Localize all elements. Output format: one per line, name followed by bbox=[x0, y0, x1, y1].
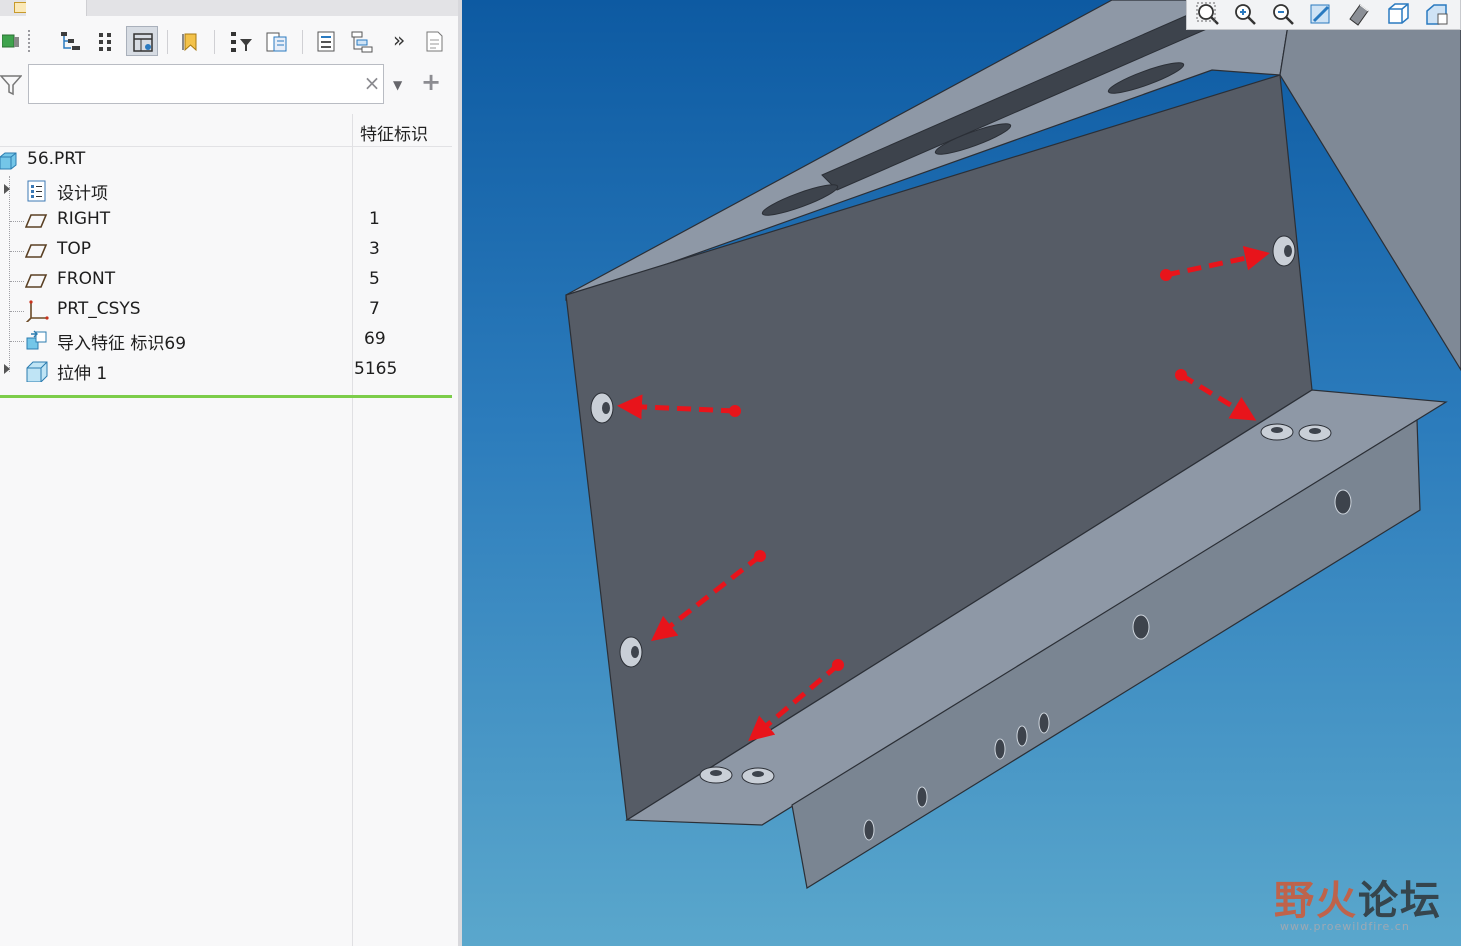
tree-item-design-items[interactable]: 设计项 bbox=[0, 176, 452, 206]
panel-tab-strip bbox=[0, 0, 458, 16]
lip-hole bbox=[1016, 725, 1028, 747]
notes-icon[interactable] bbox=[418, 26, 450, 56]
settings-list-icon[interactable] bbox=[310, 26, 342, 56]
filter-settings-icon[interactable] bbox=[224, 26, 256, 56]
watermark-logo: 野火论坛 bbox=[1274, 868, 1442, 926]
feature-id-column-header[interactable]: 特征标识 bbox=[360, 120, 428, 145]
expand-arrow-icon[interactable] bbox=[4, 184, 10, 194]
lip-hole bbox=[1334, 489, 1352, 515]
lip-hole bbox=[1038, 712, 1050, 734]
boss-hole bbox=[752, 771, 764, 777]
toolbar-grip bbox=[28, 30, 32, 52]
tree-item-front[interactable]: FRONT 5 bbox=[0, 266, 452, 296]
boss-hole bbox=[602, 402, 610, 414]
model-tree-tab[interactable] bbox=[26, 0, 87, 16]
feature-id-cell: 69 bbox=[364, 329, 386, 349]
boss-hole bbox=[1309, 428, 1321, 434]
datum-plane-icon bbox=[25, 214, 48, 228]
tree-item-extrude-1[interactable]: 拉伸 1 5165 bbox=[0, 356, 452, 386]
boss-hole bbox=[1284, 245, 1292, 257]
lip-hole bbox=[1132, 614, 1150, 640]
coordinate-system-icon bbox=[25, 300, 49, 322]
lip-hole bbox=[916, 786, 928, 808]
clear-search-icon[interactable]: × bbox=[362, 73, 382, 93]
repaint-icon[interactable] bbox=[1308, 1, 1336, 27]
show-tree-icon[interactable] bbox=[0, 26, 28, 56]
insert-here-marker[interactable] bbox=[0, 395, 452, 398]
tree-item-label: RIGHT bbox=[57, 209, 111, 229]
feature-id-cell: 5 bbox=[369, 269, 380, 289]
tree-item-prt-csys[interactable]: PRT_CSYS 7 bbox=[0, 296, 452, 326]
tree-columns-icon[interactable] bbox=[260, 26, 292, 56]
sheetmetal-part-model[interactable] bbox=[462, 0, 1461, 946]
add-filter-button[interactable]: + bbox=[421, 70, 441, 94]
tree-root-label: 56.PRT bbox=[27, 149, 86, 169]
expand-arrow-icon[interactable] bbox=[4, 364, 10, 374]
toolbar-separator bbox=[214, 30, 215, 54]
zoom-in-icon[interactable] bbox=[1232, 1, 1260, 27]
import-feature-icon bbox=[26, 330, 47, 350]
tree-columns-toggle-icon[interactable] bbox=[89, 26, 121, 56]
design-items-icon bbox=[27, 180, 46, 202]
more-icon[interactable]: » bbox=[388, 26, 420, 56]
model-tree-toolbar: » bbox=[0, 20, 458, 62]
graphics-viewport[interactable]: 野火论坛 www.proewildfire.cn bbox=[462, 0, 1461, 946]
tree-item-right[interactable]: RIGHT 1 bbox=[0, 206, 452, 236]
layer-tree-icon[interactable] bbox=[345, 26, 377, 56]
tree-item-label: FRONT bbox=[57, 269, 116, 289]
toolbar-separator bbox=[302, 30, 303, 54]
bookmark-icon[interactable] bbox=[174, 26, 206, 56]
zoom-out-icon[interactable] bbox=[1270, 1, 1298, 27]
side-wall bbox=[1279, 0, 1461, 372]
boss-hole bbox=[1271, 427, 1283, 433]
filter-funnel-icon[interactable] bbox=[0, 74, 22, 96]
saved-views-icon[interactable] bbox=[1386, 1, 1414, 27]
tree-item-top[interactable]: TOP 3 bbox=[0, 236, 452, 266]
tree-root-row[interactable]: 56.PRT bbox=[0, 146, 452, 176]
tree-column-header: 特征标识 bbox=[0, 114, 452, 147]
refit-icon[interactable] bbox=[1195, 1, 1223, 27]
tree-filter-icon[interactable] bbox=[54, 26, 86, 56]
watermark-url: www.proewildfire.cn bbox=[1280, 920, 1410, 933]
extrude-icon bbox=[26, 361, 48, 382]
graphics-toolbar bbox=[1186, 0, 1461, 30]
display-style-icon[interactable] bbox=[1346, 1, 1374, 27]
search-options-dropdown[interactable]: ▼ bbox=[393, 78, 402, 92]
part-icon bbox=[0, 152, 17, 170]
toolbar-separator bbox=[167, 30, 168, 54]
tree-item-label: 拉伸 1 bbox=[57, 364, 108, 384]
model-tree-panel: » × ▼ + 特征标识 56.PRT 设计项 RIGHT 1 TOP 3 FR… bbox=[0, 0, 458, 946]
watermark-text-b: 论坛 bbox=[1358, 878, 1442, 924]
tree-search-row: × ▼ + bbox=[0, 64, 458, 108]
tree-search-input[interactable] bbox=[28, 64, 384, 104]
boss-hole bbox=[631, 646, 639, 658]
more-glyph: » bbox=[393, 28, 406, 52]
boss-hole bbox=[710, 770, 722, 776]
column-layout-icon[interactable] bbox=[126, 26, 158, 56]
feature-id-cell: 1 bbox=[369, 209, 380, 229]
tree-item-label: 设计项 bbox=[57, 184, 108, 204]
tree-item-label: TOP bbox=[57, 239, 92, 259]
tree-item-label: PRT_CSYS bbox=[57, 299, 141, 319]
tree-item-label: 导入特征 标识69 bbox=[57, 334, 187, 354]
feature-id-cell: 3 bbox=[369, 239, 380, 259]
lip-hole bbox=[863, 819, 875, 841]
feature-id-cell: 7 bbox=[369, 299, 380, 319]
forum-watermark: 野火论坛 www.proewildfire.cn bbox=[1274, 868, 1444, 938]
view-manager-icon[interactable] bbox=[1424, 1, 1452, 27]
watermark-text-a: 野火 bbox=[1274, 878, 1358, 924]
lip-hole bbox=[994, 738, 1006, 760]
feature-id-cell: 5165 bbox=[354, 359, 398, 379]
datum-plane-icon bbox=[25, 274, 48, 288]
tree-item-import-feature[interactable]: 导入特征 标识69 69 bbox=[0, 326, 452, 356]
datum-plane-icon bbox=[25, 244, 48, 258]
